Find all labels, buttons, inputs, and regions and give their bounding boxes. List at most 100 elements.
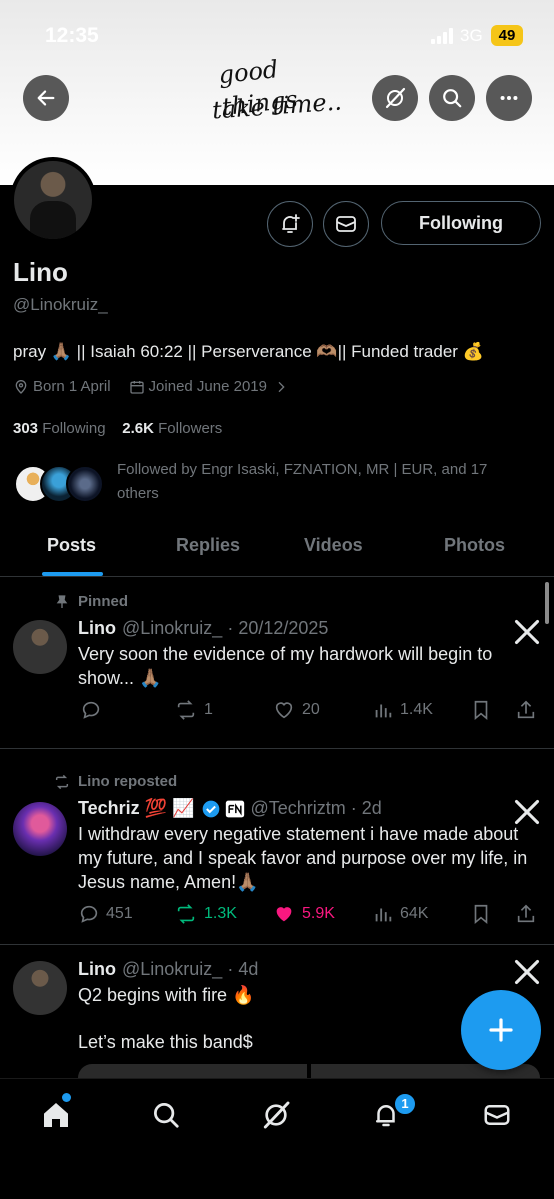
- search-icon: [443, 89, 462, 108]
- bell-plus-icon: [282, 214, 300, 233]
- born-date: Born 1 April: [33, 378, 111, 395]
- heart-filled-icon: [276, 907, 292, 922]
- views-button[interactable]: 64K: [372, 903, 428, 925]
- affiliate-badge-icon: [225, 800, 244, 817]
- more-options-button[interactable]: [486, 75, 532, 121]
- post-author-handle[interactable]: @Linokruiz_ · 4d: [122, 959, 258, 980]
- banner-handwriting: good things take time..: [208, 50, 358, 134]
- home-icon: [44, 1103, 68, 1127]
- share-button[interactable]: [515, 699, 543, 721]
- profile-handle: @Linokruiz_: [13, 295, 108, 314]
- followers-count-link[interactable]: 2.6K Followers: [122, 420, 222, 437]
- post-context: Lino reposted: [54, 773, 177, 790]
- profile-meta: Born 1 April Joined June 2019: [13, 378, 293, 395]
- grok-icon: [385, 87, 406, 109]
- reply-button[interactable]: [80, 699, 108, 721]
- profile-name: Lino: [13, 257, 68, 287]
- post-text-line-1: Q2 begins with fire 🔥: [78, 985, 255, 1005]
- envelope-icon: [336, 216, 356, 232]
- profile-tabs: Posts Replies Videos Photos: [0, 520, 554, 577]
- network-type: 3G: [460, 26, 483, 45]
- nav-search[interactable]: [148, 1097, 184, 1133]
- grok-button[interactable]: [372, 75, 418, 121]
- post-pinned[interactable]: Pinned Lino @Linokruiz_ · 20/12/2025 Ver…: [0, 578, 554, 749]
- nav-home[interactable]: [38, 1097, 74, 1133]
- post-repost[interactable]: Lino reposted Techriz 💯 📈 @Techriztm · 2…: [0, 750, 554, 945]
- like-button[interactable]: 5.9K: [272, 903, 335, 925]
- bookmark-button[interactable]: [470, 903, 498, 925]
- pin-icon: [56, 594, 68, 608]
- share-icon: [517, 904, 535, 923]
- follow-counts: 303 Following 2.6K Followers: [13, 420, 222, 437]
- post-author-name[interactable]: Lino: [78, 959, 116, 980]
- compose-post-button[interactable]: [461, 990, 541, 1070]
- reply-button[interactable]: 451: [78, 903, 133, 925]
- heart-icon: [275, 702, 293, 719]
- repost-icon: [177, 904, 195, 924]
- more-dots-icon: [500, 95, 518, 101]
- post-header: Techriz 💯 📈 @Techriztm · 2d: [78, 798, 382, 819]
- bookmark-button[interactable]: [470, 699, 498, 721]
- post-actions: 1 20 1.4K: [78, 699, 538, 725]
- post-actions: 451 1.3K 5.9K 64K: [78, 903, 538, 929]
- views-chart-icon: [375, 908, 392, 922]
- post-header: Lino @Linokruiz_ · 4d: [78, 959, 258, 980]
- post-author-name[interactable]: Techriz 💯 📈: [78, 798, 195, 819]
- profile-avatar[interactable]: [10, 157, 96, 243]
- reply-icon: [80, 905, 98, 923]
- tab-photos[interactable]: Photos: [444, 535, 505, 556]
- tab-posts[interactable]: Posts: [47, 535, 96, 556]
- post-text: Very soon the evidence of my hardwork wi…: [78, 644, 493, 688]
- followed-by-text[interactable]: Followed by Engr Isaski, FZNATION, MR | …: [117, 458, 527, 506]
- signal-icon: [431, 28, 453, 44]
- back-button[interactable]: [23, 75, 69, 121]
- battery-icon: 49: [491, 25, 523, 46]
- profile-bio: pray 🙏🏽 || Isaiah 60:22 || Perserverance…: [13, 342, 484, 361]
- like-button[interactable]: 20: [272, 699, 320, 721]
- tab-replies[interactable]: Replies: [176, 535, 240, 556]
- share-button[interactable]: [515, 903, 543, 925]
- search-button[interactable]: [429, 75, 475, 121]
- post-author-avatar[interactable]: [13, 961, 67, 1015]
- chevron-right-icon[interactable]: [273, 379, 289, 395]
- envelope-icon: [484, 1105, 510, 1125]
- location-pin-icon: [15, 379, 27, 394]
- nav-messages[interactable]: [479, 1097, 515, 1133]
- bookmark-icon: [474, 904, 488, 925]
- home-unread-dot: [62, 1093, 71, 1102]
- post-author-handle[interactable]: @Techriztm · 2d: [251, 798, 382, 819]
- bookmark-icon: [474, 700, 488, 721]
- repost-button[interactable]: 1.3K: [174, 903, 237, 925]
- verified-badge-icon: [202, 800, 219, 817]
- message-button[interactable]: [323, 201, 369, 247]
- post-author-handle[interactable]: @Linokruiz_ · 20/12/2025: [122, 618, 328, 639]
- reply-icon: [82, 701, 100, 719]
- grok-icon: [263, 1101, 290, 1129]
- calendar-icon: [129, 380, 144, 394]
- nav-grok[interactable]: [258, 1097, 294, 1133]
- joined-date: Joined June 2019: [148, 378, 267, 395]
- search-icon: [154, 1103, 179, 1128]
- post-author-avatar[interactable]: [13, 802, 67, 856]
- following-button[interactable]: Following: [381, 201, 541, 245]
- x-logo-icon[interactable]: [513, 958, 541, 986]
- tab-videos[interactable]: Videos: [304, 535, 363, 556]
- views-chart-icon: [375, 704, 392, 718]
- post-author-avatar[interactable]: [13, 620, 67, 674]
- arrow-left-icon: [37, 90, 55, 106]
- notifications-toggle-button[interactable]: [267, 201, 313, 247]
- following-count-link[interactable]: 303 Following: [13, 420, 106, 437]
- bottom-navigation: 1: [0, 1078, 554, 1199]
- share-icon: [517, 700, 535, 719]
- status-bar: 12:35 3G 49: [0, 18, 554, 52]
- plus-icon: [489, 1018, 513, 1042]
- followed-by-avatars[interactable]: [14, 465, 106, 505]
- repost-small-icon: [55, 774, 69, 789]
- views-button[interactable]: 1.4K: [372, 699, 433, 721]
- active-tab-indicator: [42, 572, 103, 576]
- repost-icon: [177, 700, 195, 720]
- post-author-name[interactable]: Lino: [78, 618, 116, 639]
- follower-avatar: [66, 465, 104, 503]
- repost-button[interactable]: 1: [174, 699, 213, 721]
- post-text: I withdraw every negative statement i ha…: [78, 824, 528, 892]
